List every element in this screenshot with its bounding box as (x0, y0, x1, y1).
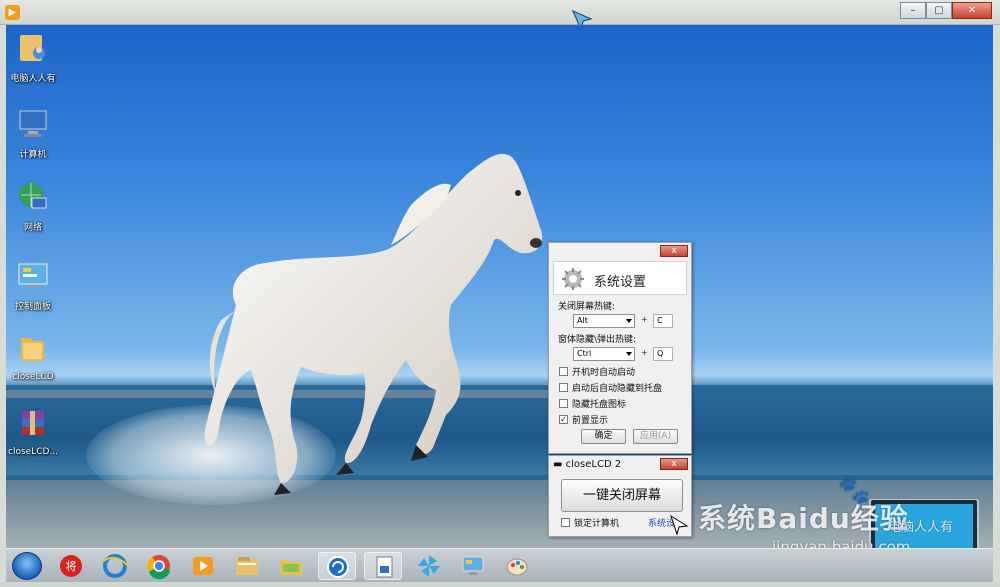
select-value: Ctrl (577, 349, 592, 358)
desktop-icon-closelcd-archive[interactable]: closeLCD... (6, 407, 63, 457)
ok-button[interactable]: 确定 (581, 429, 626, 444)
desktop-icon-network[interactable]: 网络 (6, 180, 63, 233)
hotkey-window-label: 窗体隐藏\弹出热键: (558, 335, 637, 345)
desktop-icon-closelcd-folder[interactable]: closeLCD (6, 332, 63, 382)
gear-icon (562, 268, 584, 290)
desktop[interactable]: 电脑人人有 计算机 网络 控制面板 closeLCD closeLCD... (6, 25, 993, 548)
closelcd-close-button[interactable]: x (660, 458, 688, 470)
hotkey-close-key-field[interactable]: C (653, 314, 673, 328)
lock-computer-label: 锁定计算机 (574, 519, 620, 529)
media-player-icon[interactable] (184, 552, 222, 580)
hotkey-close-modifier-select[interactable]: Alt (573, 314, 635, 328)
desktop-icon-label: closeLCD (12, 372, 54, 382)
close-button[interactable]: ✕ (952, 2, 992, 19)
watermark-tag: 电脑人人有 (888, 520, 954, 535)
desktop-icon-label: 计算机 (19, 150, 47, 160)
desktop-icon-label: 电脑人人有 (10, 74, 56, 84)
folder-icon (21, 338, 44, 361)
minimize-button[interactable]: – (900, 2, 926, 19)
closelcd-app-icon[interactable] (318, 552, 356, 580)
apply-button[interactable]: 应用(A) (633, 429, 678, 444)
desktop-icon-user-folder[interactable]: 电脑人人有 (6, 31, 63, 84)
baidu-paw-logo: 🐾 (838, 476, 871, 506)
autostart-label: 开机时自动启动 (572, 368, 636, 378)
closelcd-title-text: closeLCD 2 (565, 459, 622, 470)
paint-app-icon[interactable] (498, 552, 536, 580)
hide-to-tray-label: 启动后自动隐藏到托盘 (572, 384, 663, 394)
network-globe-icon (19, 183, 47, 209)
hide-tray-icon-checkbox[interactable] (559, 399, 568, 408)
closelcd-window: ▬ closeLCD 2 x 一键关闭屏幕 锁定计算机 系统设 (548, 455, 692, 537)
dialog-close-button[interactable]: x (660, 245, 688, 257)
window-bottom-border (0, 582, 1000, 587)
user-folder-icon (20, 35, 45, 61)
app-red-icon[interactable]: 将 (52, 552, 90, 580)
window-controls: – ▢ ✕ (900, 2, 992, 19)
settings-dialog: x 系统设置 关闭屏幕热键: Alt + C 窗体隐藏\弹出热键: Ctrl +… (548, 242, 692, 454)
chevron-down-icon (626, 319, 632, 323)
chrome-icon[interactable] (140, 552, 178, 580)
taskbar: 将 (6, 548, 993, 582)
plus-sign: + (641, 348, 648, 357)
always-on-top-label: 前置显示 (572, 416, 609, 426)
desktop-icon-label: 控制面板 (14, 302, 51, 312)
window-title-bar: ▶ – ▢ ✕ (0, 0, 1000, 25)
desktop-icon-label: closeLCD... (8, 447, 58, 457)
desktop-icon-computer[interactable]: 计算机 (6, 107, 63, 160)
chevron-down-icon (626, 352, 632, 356)
select-value: Alt (577, 316, 588, 325)
computer-icon (19, 110, 47, 137)
dialog-header: 系统设置 (553, 261, 687, 295)
closelcd-title: ▬ closeLCD 2 (553, 459, 621, 470)
hotkey-window-modifier-select[interactable]: Ctrl (573, 347, 635, 361)
folder-green-icon[interactable] (272, 552, 310, 580)
mouse-pointer-icon (670, 514, 689, 536)
app-small-icon: ▬ (553, 459, 566, 470)
winrar-archive-icon (22, 411, 44, 435)
close-screen-button[interactable]: 一键关闭屏幕 (561, 479, 683, 512)
hide-to-tray-checkbox[interactable] (559, 383, 568, 392)
hide-tray-icon-label: 隐藏托盘图标 (572, 400, 627, 410)
remote-desktop-icon[interactable] (454, 552, 492, 580)
plus-sign: + (641, 315, 648, 324)
desktop-icon-label: 网络 (23, 223, 42, 233)
lock-computer-checkbox[interactable] (561, 518, 570, 527)
control-panel-icon (18, 263, 48, 288)
maximize-button[interactable]: ▢ (926, 2, 952, 19)
svg-text:将: 将 (66, 560, 77, 573)
dialog-title: 系统设置 (594, 275, 647, 290)
desktop-icon-control-panel[interactable]: 控制面板 (6, 259, 63, 312)
pinwheel-app-icon[interactable] (410, 552, 448, 580)
white-horse-image (204, 153, 543, 495)
baidu-watermark: 系统Baidu经验 (698, 502, 909, 535)
internet-explorer-icon[interactable] (96, 552, 134, 580)
autostart-checkbox[interactable] (559, 367, 568, 376)
always-on-top-checkbox[interactable]: ✓ (559, 415, 568, 424)
start-orb-icon[interactable] (12, 552, 42, 580)
document-app-icon[interactable] (364, 552, 402, 580)
file-explorer-icon[interactable] (228, 552, 266, 580)
hotkey-close-label: 关闭屏幕热键: (558, 302, 616, 312)
hotkey-window-key-field[interactable]: Q (653, 347, 673, 361)
app-player-icon[interactable]: ▶ (5, 5, 20, 20)
